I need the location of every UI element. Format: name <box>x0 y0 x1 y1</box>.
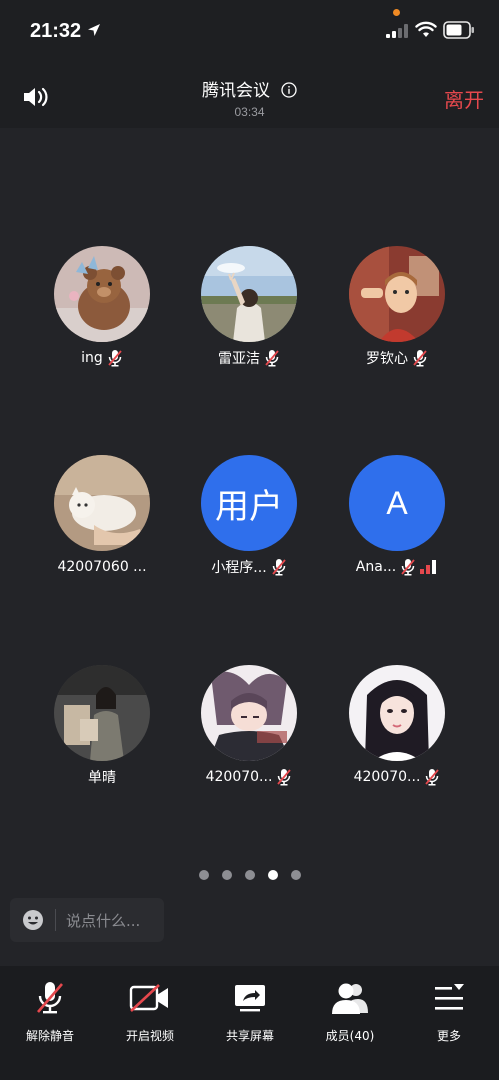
participant-name: 420070... <box>353 769 421 785</box>
participant-tile[interactable]: 用户 小程序... <box>175 455 323 577</box>
avatar <box>349 246 445 342</box>
participant-name-row: 雷亚洁 <box>175 348 323 368</box>
participant-name: 雷亚洁 <box>218 351 260 367</box>
avatar-text: 用户 <box>215 486 283 527</box>
participant-name-row: 单晴 <box>28 767 176 787</box>
participant-name-row: 小程序... <box>175 557 323 577</box>
avatar <box>54 246 150 342</box>
page-dot-active[interactable] <box>267 870 278 880</box>
page-dot[interactable] <box>221 870 232 880</box>
avatar-text: A <box>386 484 408 521</box>
avatar <box>349 665 445 761</box>
participant-grid: ing 雷亚洁 罗钦心 42007060 ... 用户 小程序... A Ana… <box>0 128 499 888</box>
start-video-label: 开启视频 <box>125 1029 174 1043</box>
mic-muted-icon <box>108 350 122 367</box>
more-button[interactable]: 更多 <box>399 980 499 1044</box>
wifi-icon <box>415 21 437 37</box>
participant-tile[interactable]: 420070... <box>323 665 471 787</box>
participant-tile[interactable]: 雷亚洁 <box>175 246 323 368</box>
participant-name: 罗钦心 <box>366 351 408 367</box>
meeting-title-group[interactable]: 腾讯会议 <box>0 76 499 101</box>
mic-muted-icon <box>425 769 440 786</box>
page-indicator[interactable] <box>0 870 499 882</box>
participant-tile[interactable]: 罗钦心 <box>323 246 471 368</box>
participant-name: 单晴 <box>88 770 116 786</box>
participant-tile[interactable]: 单晴 <box>28 665 176 787</box>
share-screen-icon <box>235 985 265 1012</box>
avatar: 用户 <box>201 455 297 551</box>
avatar <box>54 665 150 761</box>
location-arrow-icon <box>88 24 100 36</box>
participant-name-row: 罗钦心 <box>323 348 471 368</box>
network-signal-icon <box>420 560 437 574</box>
more-label: 更多 <box>436 1029 461 1043</box>
mic-muted-icon <box>277 769 292 786</box>
participant-name: 小程序... <box>211 560 267 576</box>
share-screen-button[interactable]: 共享屏幕 <box>200 980 300 1044</box>
more-menu-icon <box>435 984 464 1010</box>
cellular-signal-icon <box>386 24 408 38</box>
status-bar: 21:32 <box>0 0 499 62</box>
share-screen-label: 共享屏幕 <box>225 1029 274 1043</box>
avatar <box>201 246 297 342</box>
privacy-indicator-dot <box>393 9 400 16</box>
members-button[interactable]: 成员(40) <box>300 980 400 1044</box>
mic-muted-icon <box>37 982 63 1014</box>
unmute-button[interactable]: 解除静音 <box>0 980 100 1044</box>
participant-name-row: Ana... <box>323 557 471 577</box>
mic-muted-icon <box>401 559 415 576</box>
meeting-header: 腾讯会议 03:34 离开 <box>0 62 499 128</box>
page-dot[interactable] <box>290 870 301 880</box>
avatar <box>54 455 150 551</box>
leave-button[interactable]: 离开 <box>444 84 484 113</box>
meeting-duration: 03:34 <box>234 105 265 119</box>
participant-name: ing <box>81 350 103 366</box>
participant-name-row: 420070... <box>323 767 471 787</box>
start-video-button[interactable]: 开启视频 <box>100 980 200 1044</box>
participant-tile[interactable]: ing <box>28 246 176 368</box>
status-time: 21:32 <box>30 20 82 42</box>
battery-icon <box>443 21 474 39</box>
participant-name: 420070... <box>205 769 273 785</box>
page-dot[interactable] <box>198 870 209 880</box>
page-dot[interactable] <box>244 870 255 880</box>
emoji-icon[interactable] <box>22 909 44 931</box>
participant-name: Ana... <box>355 559 397 575</box>
chat-divider <box>55 909 56 931</box>
mic-muted-icon <box>413 350 427 367</box>
chat-input[interactable]: 说点什么... <box>10 898 164 942</box>
participant-name-row: 420070... <box>175 767 323 787</box>
members-icon <box>332 983 368 1014</box>
participant-name-row: ing <box>28 348 176 368</box>
meeting-title: 腾讯会议 <box>201 81 270 101</box>
participant-tile[interactable]: 42007060 ... <box>28 455 176 577</box>
info-icon[interactable] <box>281 82 297 98</box>
participant-name-row: 42007060 ... <box>28 557 176 577</box>
members-label: 成员(40) <box>325 1029 375 1043</box>
participant-tile[interactable]: 420070... <box>175 665 323 787</box>
participant-tile[interactable]: A Ana... <box>323 455 471 577</box>
mic-muted-icon <box>265 350 279 367</box>
avatar: A <box>349 455 445 551</box>
unmute-label: 解除静音 <box>25 1029 74 1043</box>
bottom-toolbar: 解除静音 开启视频 共享屏幕 成员(40) 更多 <box>0 966 499 1080</box>
mic-muted-icon <box>271 559 286 576</box>
chat-placeholder: 说点什么... <box>66 911 141 930</box>
participant-name: 42007060 ... <box>57 559 147 575</box>
avatar <box>201 665 297 761</box>
video-off-icon <box>129 984 168 1012</box>
